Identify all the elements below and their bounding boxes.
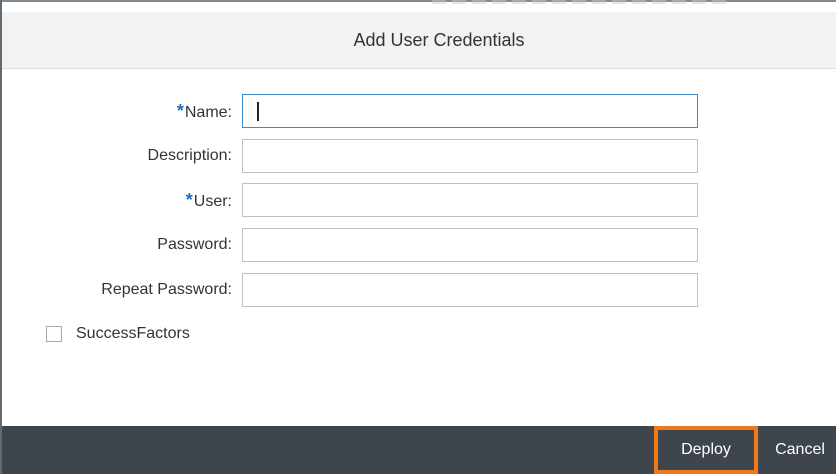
description-input[interactable] xyxy=(242,139,698,173)
name-row: *Name: xyxy=(2,94,702,128)
description-row: Description: xyxy=(2,139,702,173)
dialog-footer: Deploy Cancel xyxy=(2,426,836,474)
successfactors-checkbox[interactable] xyxy=(46,326,62,342)
name-input[interactable] xyxy=(242,94,698,128)
password-row: Password: xyxy=(2,228,702,262)
successfactors-option[interactable]: SuccessFactors xyxy=(46,322,190,346)
description-label: Description: xyxy=(147,147,232,164)
repeat-password-row: Repeat Password: xyxy=(2,273,702,307)
dialog-title: Add User Credentials xyxy=(353,29,525,50)
required-marker: * xyxy=(176,101,184,121)
text-caret xyxy=(257,102,259,121)
add-user-credentials-dialog: Add User Credentials *Name: Description:… xyxy=(0,0,836,474)
successfactors-label: SuccessFactors xyxy=(76,325,190,342)
deploy-button[interactable]: Deploy xyxy=(654,426,758,474)
password-label: Password: xyxy=(157,236,232,253)
user-input[interactable] xyxy=(242,183,698,217)
repeat-password-input[interactable] xyxy=(242,273,698,307)
dialog-header: Add User Credentials xyxy=(2,12,836,69)
password-input[interactable] xyxy=(242,228,698,262)
background-strip xyxy=(2,0,836,12)
repeat-password-label: Repeat Password: xyxy=(101,281,232,298)
required-marker: * xyxy=(185,190,193,210)
user-label: *User: xyxy=(185,190,232,210)
cancel-button[interactable]: Cancel xyxy=(760,426,836,474)
name-label: *Name: xyxy=(176,101,232,121)
user-row: *User: xyxy=(2,183,702,217)
